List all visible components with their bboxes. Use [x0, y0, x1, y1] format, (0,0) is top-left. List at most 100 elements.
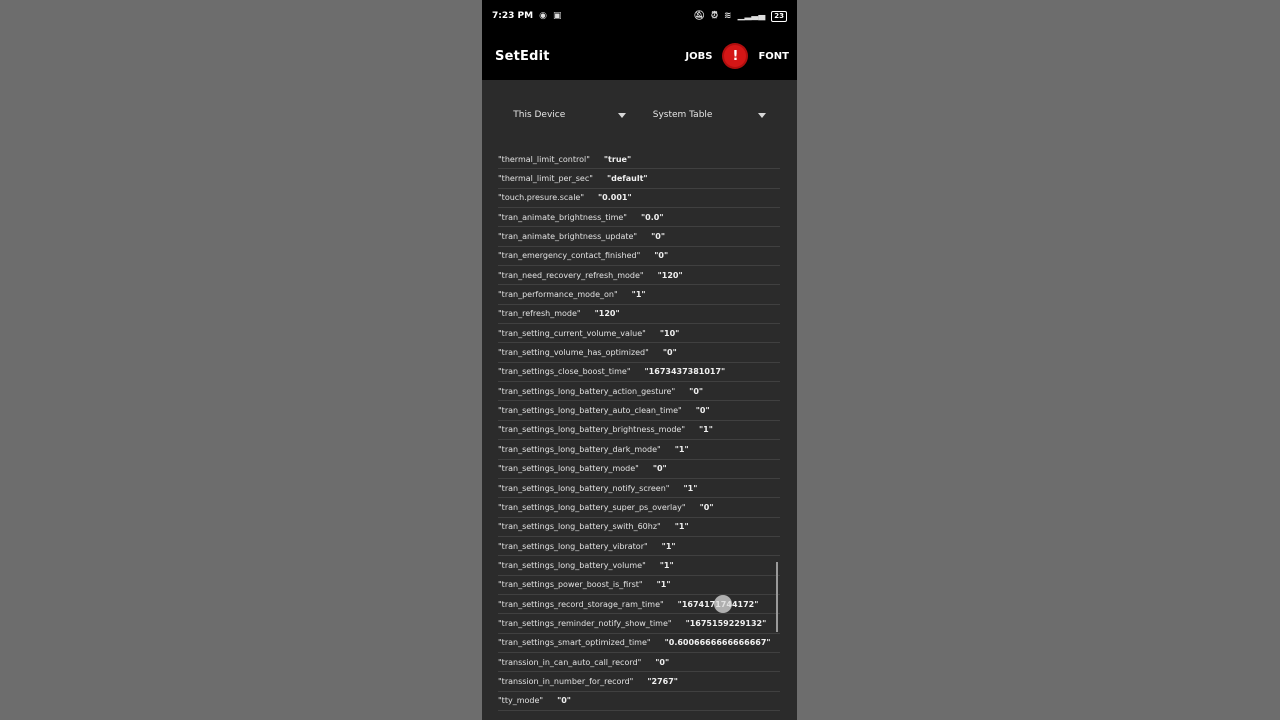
setting-value: "10" [659, 328, 680, 338]
record-icon: ◉ [539, 11, 547, 21]
table-row[interactable]: "tran_need_recovery_refresh_mode" "120" [498, 266, 780, 286]
table-row[interactable]: "thermal_limit_per_sec" "default" [498, 169, 780, 189]
table-row[interactable]: "transsion_in_number_for_record" "2767" [498, 672, 780, 692]
table-row[interactable]: "tran_settings_record_storage_ram_time""… [498, 595, 780, 615]
setting-key: "tty_mode" [498, 696, 544, 706]
table-row[interactable]: "tran_setting_current_volume_value" "10" [498, 324, 780, 344]
settings-list: "thermal_limit_control" "true" "thermal_li… [498, 150, 780, 711]
setting-value: "1673437381017" [644, 367, 726, 377]
touch-indicator [714, 595, 732, 613]
setting-value: "0" [689, 386, 704, 396]
table-row[interactable]: "tran_emergency_contact_finished" "0" [498, 247, 780, 267]
table-row[interactable]: "tran_settings_long_battery_auto_clean_t… [498, 401, 780, 421]
battery-icon: 23 [771, 10, 787, 22]
setting-value: "0" [655, 657, 670, 667]
table-row[interactable]: "tran_settings_long_battery_action_gestu… [498, 382, 780, 402]
table-row[interactable]: "tran_settings_power_boost_is_first" "1" [498, 576, 780, 595]
wifi-icon: ≋ [724, 11, 732, 21]
status-time: 7:23 PM [492, 11, 534, 21]
setting-key: "tran_settings_long_battery_notify_scree… [498, 483, 670, 493]
setting-value: "1" [674, 444, 689, 454]
table-row[interactable]: "tran_performance_mode_on" "1" [498, 285, 780, 305]
alert-icon[interactable]: ! [724, 45, 747, 67]
setting-value: "0" [699, 502, 714, 512]
setting-value: "0.6006666666666667" [664, 638, 771, 648]
device-dropdown[interactable]: This Device [507, 110, 632, 120]
setting-key: "transsion_in_number_for_record" [498, 676, 634, 686]
alarm-icon: ⏰︎ [710, 11, 719, 21]
table-row[interactable]: "touch.presure.scale" "0.001" [498, 189, 780, 209]
setting-value: "0.0" [640, 212, 664, 222]
table-row[interactable]: "tran_settings_long_battery_swith_60hz" "… [498, 518, 780, 537]
setting-key: "tran_settings_power_boost_is_first" [498, 580, 643, 590]
app-title: SetEdit [495, 48, 550, 64]
phone-screen: 7:23 PM ◉ ▣ 🔕︎ ⏰︎ ≋ ▁▂▃▄ 23 SetEdit JOBS… [482, 0, 797, 720]
table-row[interactable]: "tran_settings_close_boost_time" "1673437… [498, 363, 780, 383]
table-row[interactable]: "tran_settings_long_battery_super_ps_ove… [498, 498, 780, 518]
table-row[interactable]: "tran_settings_long_battery_notify_scree… [498, 479, 780, 499]
setting-key: "tran_settings_long_battery_dark_mode" [498, 444, 661, 454]
device-dropdown-value: This Device [513, 110, 566, 120]
table-row[interactable]: "tran_settings_long_battery_mode" "0" [498, 460, 780, 479]
setting-key: "tran_setting_volume_has_optimized" [498, 348, 649, 358]
setting-value: "1" [674, 522, 689, 532]
table-selectors: This Device System Table [482, 80, 797, 150]
setting-value: "0" [654, 251, 669, 261]
setting-value: "1" [631, 290, 646, 300]
setting-key: "tran_settings_reminder_notify_show_time… [498, 618, 672, 628]
table-row[interactable]: "tran_animate_brightness_update" "0" [498, 227, 780, 247]
mute-icon: 🔕︎ [693, 11, 705, 21]
setting-value: "1" [683, 483, 698, 493]
setting-key: "tran_settings_long_battery_swith_60hz" [498, 522, 661, 532]
setting-key: "tran_settings_long_battery_vibrator" [498, 541, 648, 551]
right-backdrop [797, 0, 1280, 720]
table-row[interactable]: "tran_refresh_mode" "120" [498, 305, 780, 325]
setting-value: "0" [651, 232, 666, 242]
table-row[interactable]: "tran_settings_long_battery_vibrator" "1" [498, 537, 780, 557]
setting-value: "1" [656, 580, 671, 590]
setting-key: "thermal_limit_control" [498, 154, 590, 164]
font-button[interactable]: FONT [758, 51, 789, 62]
jobs-button[interactable]: JOBS [685, 51, 712, 62]
scrollbar[interactable] [776, 562, 778, 632]
setting-value: "1" [659, 560, 674, 570]
setting-value: "0" [557, 696, 571, 706]
table-row[interactable]: "tran_settings_reminder_notify_show_time… [498, 614, 780, 634]
setting-key: "tran_settings_record_storage_ram_time" [498, 599, 664, 609]
table-row[interactable]: "tty_mode" "0" [498, 692, 780, 711]
setting-value: "1675159229132" [685, 618, 767, 628]
setting-key: "tran_settings_long_battery_super_ps_ove… [498, 502, 686, 512]
setting-key: "tran_settings_smart_optimized_time" [498, 638, 651, 648]
setting-key: "tran_refresh_mode" [498, 309, 581, 319]
setting-value: "120" [594, 309, 620, 319]
setting-key: "tran_settings_long_battery_brightness_m… [498, 425, 686, 435]
table-row[interactable]: "tran_animate_brightness_time" "0.0" [498, 208, 780, 228]
setting-value: "2767" [647, 676, 678, 686]
setting-key: "tran_settings_long_battery_auto_clean_t… [498, 406, 682, 416]
setting-key: "tran_performance_mode_on" [498, 290, 618, 300]
setting-key: "tran_settings_long_battery_mode" [498, 464, 639, 474]
setting-value: "true" [603, 154, 632, 164]
setting-value: "1" [661, 541, 676, 551]
table-row[interactable]: "tran_settings_long_battery_volume" "1" [498, 556, 780, 576]
setting-key: "tran_emergency_contact_finished" [498, 251, 641, 261]
setting-value: "0" [662, 348, 677, 358]
app-bar: SetEdit JOBS ! FONT [482, 32, 797, 80]
table-dropdown[interactable]: System Table [647, 110, 772, 120]
table-row[interactable]: "tran_settings_smart_optimized_time" "0.6… [498, 634, 780, 653]
signal-icon: ▁▂▃▄ [737, 11, 766, 21]
table-row[interactable]: "transsion_in_can_auto_call_record" "0" [498, 653, 780, 673]
status-bar: 7:23 PM ◉ ▣ 🔕︎ ⏰︎ ≋ ▁▂▃▄ 23 [482, 0, 797, 32]
table-row[interactable]: "tran_settings_long_battery_dark_mode" "1… [498, 440, 780, 460]
setting-value: "0" [652, 464, 667, 474]
table-row[interactable]: "thermal_limit_control" "true" [498, 150, 780, 170]
setting-value: "120" [657, 270, 683, 280]
setting-key: "tran_animate_brightness_update" [498, 232, 638, 242]
setting-value: "0" [695, 406, 710, 416]
setting-key: "touch.presure.scale" [498, 193, 585, 203]
setting-key: "tran_need_recovery_refresh_mode" [498, 270, 644, 280]
table-row[interactable]: "tran_setting_volume_has_optimized" "0" [498, 343, 780, 363]
chevron-down-icon [757, 112, 766, 118]
table-row[interactable]: "tran_settings_long_battery_brightness_m… [498, 421, 780, 441]
setting-key: "transsion_in_can_auto_call_record" [498, 657, 642, 667]
